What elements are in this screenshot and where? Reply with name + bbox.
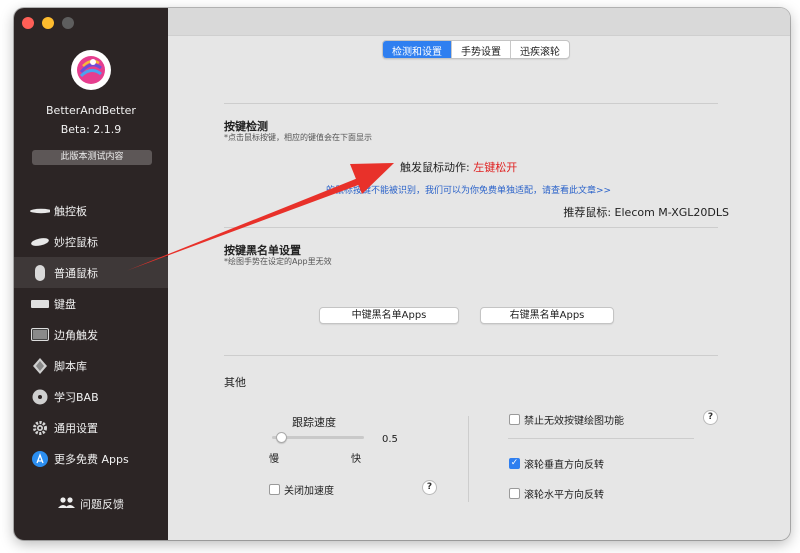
checkbox-checked-box[interactable]: ✓: [509, 458, 520, 469]
tab-fast-scroll[interactable]: 迅疾滚轮: [511, 41, 569, 58]
button-detect-subtitle: *点击鼠标按键，相应的键值会在下面显示: [224, 133, 372, 142]
adapt-article-link[interactable]: 的鼠标按键不能被识别，我们可以为你免费单独适配，请查看此文章>>: [326, 183, 611, 196]
sidebar-item-label: 边角触发: [54, 328, 98, 342]
help-button[interactable]: ?: [703, 410, 718, 425]
tab-bar: 检测和设置 手势设置 迅疾滚轮: [382, 40, 570, 59]
sidebar-item-label: 脚本库: [54, 359, 87, 373]
slow-label: 慢: [269, 454, 279, 465]
sidebar: BetterAndBetter Beta: 2.1.9 此版本测试内容 触控板 …: [14, 8, 168, 540]
sidebar-item-learn-bab[interactable]: 学习BAB: [14, 381, 168, 412]
keyboard-icon: [30, 295, 50, 313]
trackpad-icon: [30, 202, 50, 220]
app-store-icon: [30, 450, 50, 468]
checkbox-box[interactable]: [269, 484, 280, 495]
recommended-mouse: 推荐鼠标: Elecom M-XGL20DLS: [563, 206, 729, 219]
checkbox-label: 关闭加速度: [284, 486, 334, 497]
sidebar-item-general-settings[interactable]: 通用设置: [14, 412, 168, 443]
divider: [224, 227, 718, 228]
sidebar-item-screen-corner[interactable]: 边角触发: [14, 319, 168, 350]
sidebar-item-label: 更多免费 Apps: [54, 452, 129, 466]
sidebar-item-keyboard[interactable]: 键盘: [14, 288, 168, 319]
script-icon: [30, 357, 50, 375]
mouse-action-label: 触发鼠标动作:: [400, 161, 470, 174]
reverse-vertical-scroll-checkbox[interactable]: ✓ 滚轮垂直方向反转: [509, 456, 604, 471]
sidebar-item-magic-mouse[interactable]: 妙控鼠标: [14, 226, 168, 257]
feedback-label: 问题反馈: [80, 498, 124, 511]
tracking-speed-label: 跟踪速度: [292, 416, 336, 429]
checkbox-box[interactable]: [509, 414, 520, 425]
disable-invalid-draw-checkbox[interactable]: 禁止无效按键绘图功能: [509, 412, 624, 427]
disable-acceleration-checkbox[interactable]: 关闭加速度: [269, 482, 334, 497]
divider: [508, 438, 694, 439]
tracking-speed-slider[interactable]: [272, 432, 364, 443]
sidebar-item-script-library[interactable]: 脚本库: [14, 350, 168, 381]
tab-gesture-settings[interactable]: 手势设置: [452, 41, 511, 58]
sidebar-item-label: 普通鼠标: [54, 266, 98, 280]
tab-detect-settings[interactable]: 检测和设置: [383, 41, 452, 58]
fast-label: 快: [351, 454, 361, 465]
sidebar-item-more-apps[interactable]: 更多免费 Apps: [14, 443, 168, 474]
checkbox-box[interactable]: [509, 488, 520, 499]
sidebar-item-label: 触控板: [54, 204, 87, 218]
app-logo-icon: [71, 50, 111, 90]
checkbox-label: 滚轮水平方向反转: [524, 490, 604, 501]
sidebar-nav: 触控板 妙控鼠标 普通鼠标 键盘 边角触发 脚本库 学习BAB 通用设置 更多免…: [14, 195, 168, 474]
screen-corner-icon: [30, 326, 50, 344]
other-section-title: 其他: [224, 376, 246, 389]
sidebar-item-label: 键盘: [54, 297, 76, 311]
zoom-window-button[interactable]: [62, 17, 74, 29]
checkbox-label: 禁止无效按键绘图功能: [524, 416, 624, 427]
close-window-button[interactable]: [22, 17, 34, 29]
divider: [224, 103, 718, 104]
app-version: Beta: 2.1.9: [60, 123, 122, 136]
feedback-button[interactable]: 问题反馈: [14, 496, 168, 512]
reverse-horizontal-scroll-checkbox[interactable]: 滚轮水平方向反转: [509, 486, 604, 501]
title-bar: [168, 8, 790, 36]
checkbox-label: 滚轮垂直方向反转: [524, 460, 604, 471]
sidebar-item-label: 通用设置: [54, 421, 98, 435]
mouse-action-value: 左键松开: [473, 161, 518, 174]
magic-mouse-icon: [30, 233, 50, 251]
beta-notes-button[interactable]: 此版本测试内容: [32, 150, 152, 165]
window-controls: [22, 17, 74, 29]
vertical-divider: [468, 416, 469, 502]
sidebar-item-mouse[interactable]: 普通鼠标: [14, 257, 168, 288]
sidebar-item-trackpad[interactable]: 触控板: [14, 195, 168, 226]
mouse-action-readout: 触发鼠标动作: 左键松开: [400, 159, 517, 175]
help-button[interactable]: ?: [422, 480, 437, 495]
sidebar-item-label: 学习BAB: [54, 390, 99, 404]
blacklist-subtitle: *绘图手势在设定的App里无效: [224, 257, 332, 266]
sidebar-item-label: 妙控鼠标: [54, 235, 98, 249]
people-icon: [58, 496, 76, 512]
app-window: BetterAndBetter Beta: 2.1.9 此版本测试内容 触控板 …: [14, 8, 790, 540]
tracking-speed-value: 0.5: [382, 434, 398, 445]
main-panel: 检测和设置 手势设置 迅疾滚轮 按键检测 *点击鼠标按键，相应的键值会在下面显示…: [168, 8, 790, 540]
minimize-window-button[interactable]: [42, 17, 54, 29]
disc-icon: [30, 388, 50, 406]
gear-icon: [30, 419, 50, 437]
divider: [224, 355, 718, 356]
right-button-blacklist-button[interactable]: 右键黑名单Apps: [480, 307, 614, 324]
app-name: BetterAndBetter: [46, 104, 136, 117]
slider-knob[interactable]: [276, 432, 288, 443]
middle-button-blacklist-button[interactable]: 中键黑名单Apps: [319, 307, 459, 324]
mouse-icon: [30, 264, 50, 282]
